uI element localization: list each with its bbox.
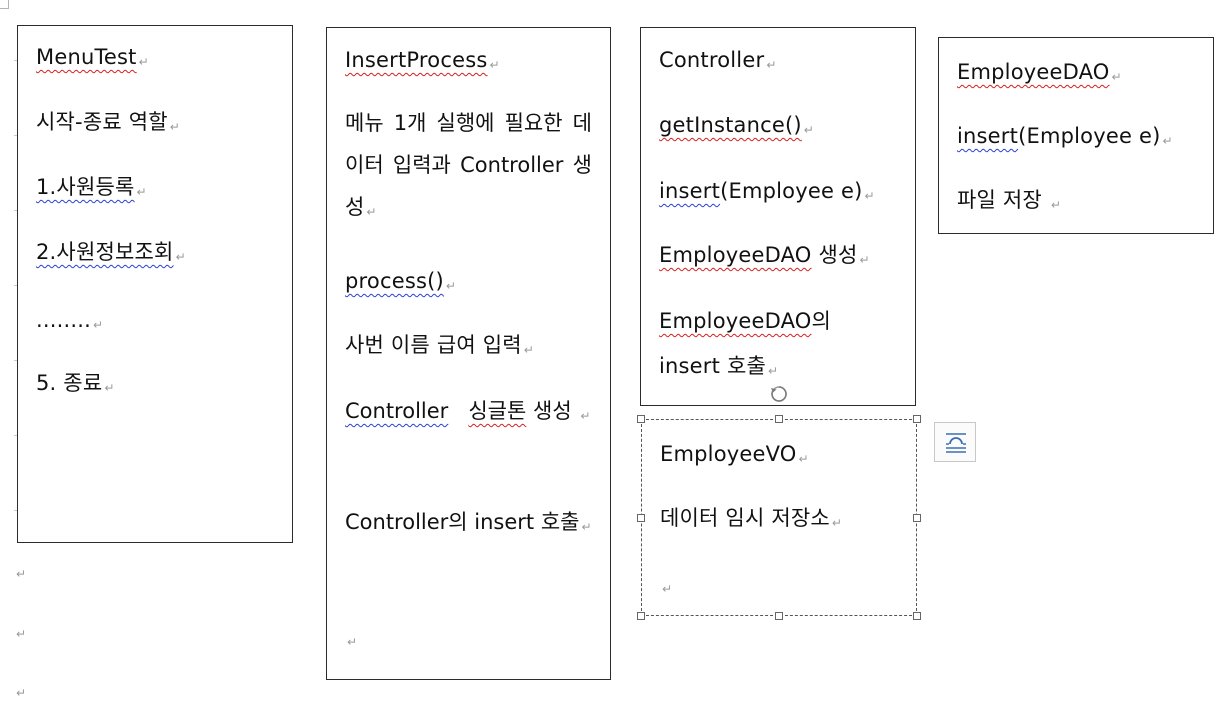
controller-title: Controller ↵ (659, 48, 777, 72)
insert-process-method: process() ↵ (345, 269, 457, 293)
resize-handle-bottom-left[interactable] (637, 612, 645, 620)
empty-paragraph: ↵ (16, 567, 27, 581)
controller-textbox[interactable]: Controller ↵ getInstance() ↵ insert(Employ… (640, 27, 916, 406)
controller-insert-call: insert 호출 ↵ (659, 354, 779, 378)
employee-dao-textbox[interactable]: EmployeeDAO ↵ insert(Employee e) ↵ 파일 저장 ↵ (938, 37, 1214, 234)
layout-options-icon[interactable] (934, 422, 976, 462)
dao-title: EmployeeDAO ↵ (957, 60, 1122, 84)
menu-item-lookup: 2.사원정보조회 ↵ (36, 240, 186, 264)
resize-handle-bottom-right[interactable] (913, 612, 921, 620)
empty-paragraph: ↵ (16, 627, 27, 641)
controller-dao-create: EmployeeDAO 생성 ↵ (659, 243, 870, 267)
controller-dao-of: EmployeeDAO의 (659, 309, 832, 333)
employee-vo-textbox[interactable]: EmployeeVO ↵ 데이터 임시 저장소 ↵ ↵ (641, 419, 917, 616)
empty-paragraph: ↵ (16, 686, 27, 700)
menu-item-exit: 5. 종료 ↵ (36, 371, 115, 395)
resize-handle-top-right[interactable] (913, 415, 921, 423)
resize-handle-right[interactable] (913, 514, 921, 522)
insert-process-call: Controller의 insert 호출 ↵ (345, 510, 592, 534)
resize-handle-bottom[interactable] (775, 612, 783, 620)
menu-ellipsis: ........ ↵ (36, 308, 104, 332)
menu-test-title: MenuTest ↵ (36, 45, 149, 69)
menu-test-textbox[interactable]: MenuTest ↵ 시작-종료 역할 ↵ 1.사원등록 ↵ 2.사원정보조회 ↵ ..… (17, 25, 293, 543)
rotate-handle-icon[interactable] (768, 383, 790, 405)
dao-insert: insert(Employee e) ↵ (957, 124, 1173, 148)
vo-desc: 데이터 임시 저장소 ↵ (660, 506, 843, 530)
page-corner-mark (0, 0, 9, 9)
menu-role-text: 시작-종료 역할 ↵ (36, 110, 181, 134)
empty-paragraph: ↵ (662, 582, 673, 596)
insert-process-input: 사번 이름 급여 입력 ↵ (345, 333, 535, 357)
insert-process-textbox[interactable]: InsertProcess ↵ 메뉴 1개 실행에 필요한 데이터 입력과 Con… (326, 27, 611, 680)
resize-handle-top[interactable] (775, 415, 783, 423)
resize-handle-top-left[interactable] (637, 415, 645, 423)
insert-process-title: InsertProcess ↵ (345, 48, 500, 72)
resize-handle-left[interactable] (637, 514, 645, 522)
controller-insert: insert(Employee e) ↵ (659, 179, 875, 203)
insert-process-singleton: Controller 싱글톤 생성 ↵ (345, 399, 591, 423)
insert-process-desc: 메뉴 1개 실행에 필요한 데이터 입력과 Controller 생성 ↵ (345, 111, 592, 219)
controller-get-instance: getInstance() ↵ (659, 113, 815, 137)
menu-item-register: 1.사원등록 ↵ (36, 175, 147, 199)
dao-file-save: 파일 저장 ↵ (957, 188, 1062, 212)
empty-paragraph: ↵ (347, 635, 358, 649)
vo-title: EmployeeVO ↵ (660, 442, 809, 466)
